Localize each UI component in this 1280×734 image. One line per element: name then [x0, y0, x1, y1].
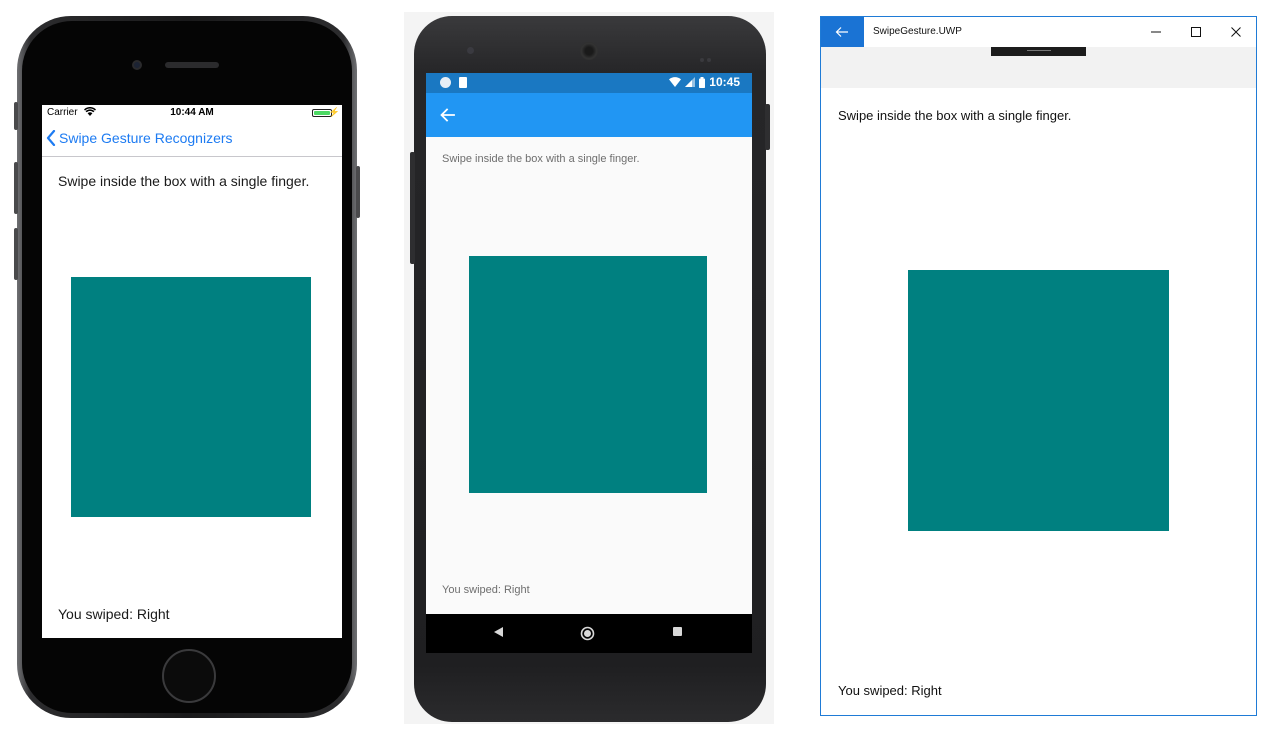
android-device: 10:45 Swipe inside the box with a single…: [410, 16, 770, 722]
cell-signal-icon: [685, 77, 696, 87]
ios-swipe-box[interactable]: [71, 277, 311, 517]
iphone-volume-down: [14, 228, 18, 280]
uwp-back-button[interactable]: [821, 17, 864, 47]
android-app-bar: [426, 93, 752, 137]
back-triangle-icon[interactable]: [492, 626, 504, 638]
ios-status-bar: Carrier 10:44 AM ⚡: [42, 105, 342, 121]
uwp-header-area: [821, 47, 1256, 88]
iphone-power-button: [356, 166, 360, 218]
minimize-icon: [1151, 31, 1161, 33]
android-time: 10:45: [709, 75, 740, 89]
maximize-icon: [1191, 27, 1201, 37]
android-sensors: [700, 49, 714, 62]
close-icon: [1231, 27, 1241, 37]
android-volume-rocker: [410, 152, 415, 264]
ios-instruction-label: Swipe inside the box with a single finge…: [58, 173, 310, 189]
home-circle-icon[interactable]: [580, 626, 595, 641]
android-swipe-box[interactable]: [469, 256, 707, 493]
arrow-left-icon: [835, 27, 848, 37]
iphone-bezel: Carrier 10:44 AM ⚡ Swipe Gesture Recogni…: [22, 21, 352, 713]
android-instruction-label: Swipe inside the box with a single finge…: [442, 153, 640, 165]
android-navigation-bar: [426, 614, 752, 653]
android-result-label: You swiped: Right: [442, 584, 530, 596]
charging-icon: ⚡: [328, 107, 340, 117]
uwp-result-label: You swiped: Right: [838, 683, 942, 698]
uwp-title-bar: SwipeGesture.UWP: [821, 17, 1256, 47]
iphone-speaker: [165, 62, 219, 68]
uwp-window-title: SwipeGesture.UWP: [873, 26, 962, 37]
iphone-device: Carrier 10:44 AM ⚡ Swipe Gesture Recogni…: [14, 16, 360, 718]
iphone-mute-switch: [14, 102, 18, 130]
uwp-window: SwipeGesture.UWP Swipe inside the box wi…: [820, 16, 1257, 716]
notification-icon: [440, 77, 451, 88]
uwp-instruction-label: Swipe inside the box with a single finge…: [838, 108, 1072, 123]
iphone-volume-up: [14, 162, 18, 214]
sd-card-icon: [459, 77, 467, 88]
ios-back-button[interactable]: Swipe Gesture Recognizers: [46, 130, 233, 146]
ios-time: 10:44 AM: [170, 107, 214, 118]
arrow-left-icon[interactable]: [438, 105, 458, 125]
android-status-bar: 10:45: [426, 73, 752, 93]
ios-back-label: Swipe Gesture Recognizers: [59, 130, 233, 146]
uwp-maximize-button[interactable]: [1176, 17, 1216, 47]
uwp-minimize-button[interactable]: [1136, 17, 1176, 47]
uwp-drag-handle[interactable]: [991, 47, 1086, 56]
uwp-close-button[interactable]: [1216, 17, 1256, 47]
battery-level: [314, 111, 330, 115]
android-power-button: [765, 104, 770, 150]
chevron-left-icon: [46, 130, 56, 146]
iphone-home-button[interactable]: [162, 649, 216, 703]
ios-result-label: You swiped: Right: [58, 606, 170, 622]
android-speaker: [580, 42, 598, 60]
battery-icon: [699, 76, 706, 88]
ios-navigation-bar: Swipe Gesture Recognizers: [42, 123, 342, 157]
recents-square-icon[interactable]: [672, 626, 683, 637]
ios-screen: Carrier 10:44 AM ⚡ Swipe Gesture Recogni…: [42, 105, 342, 638]
iphone-camera: [132, 60, 142, 70]
android-screen: 10:45 Swipe inside the box with a single…: [426, 73, 752, 653]
uwp-swipe-box[interactable]: [908, 270, 1169, 531]
wifi-icon: [669, 77, 682, 87]
android-front-camera: [467, 47, 474, 54]
